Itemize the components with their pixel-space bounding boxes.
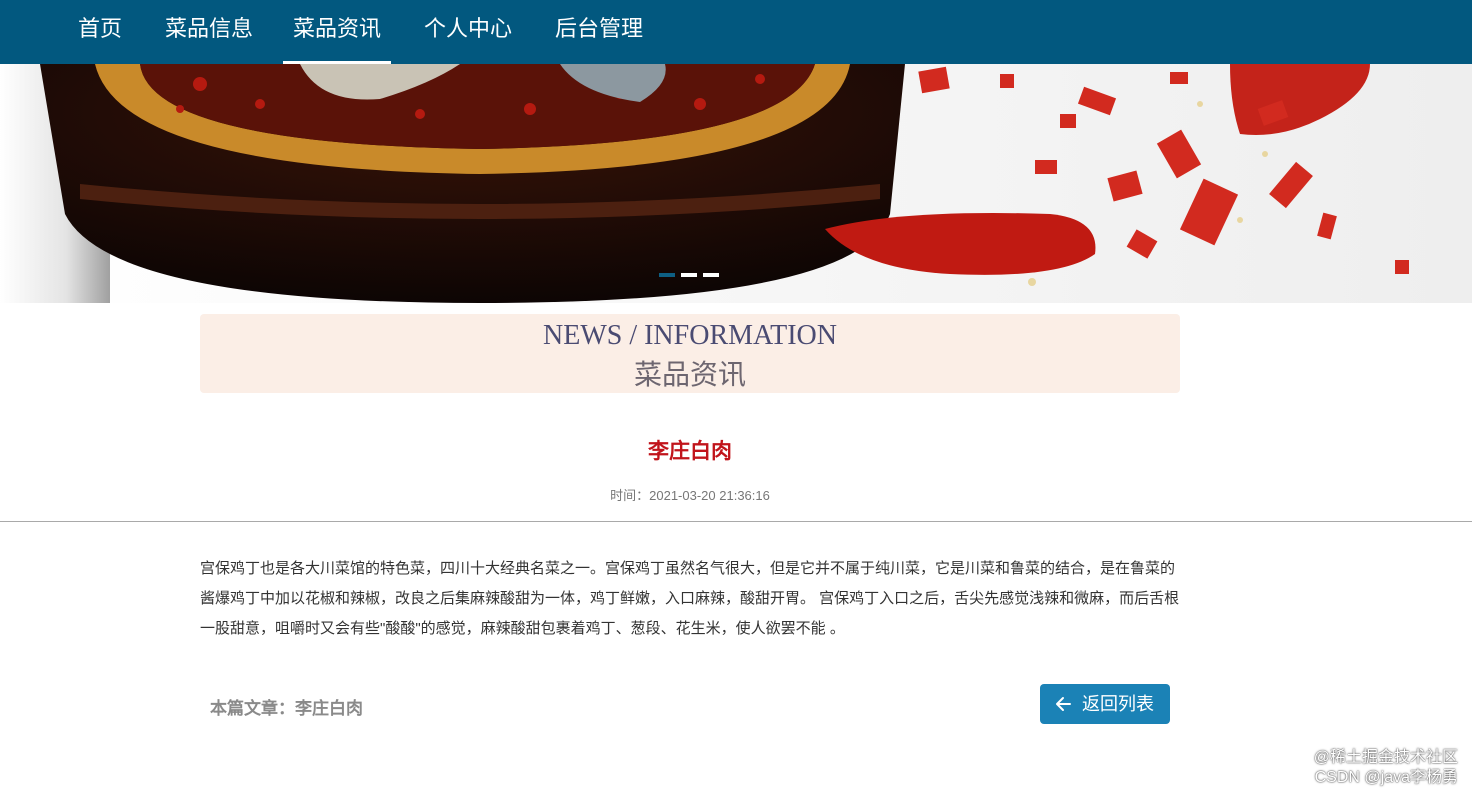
nav-item-personal-center[interactable]: 个人中心: [424, 0, 512, 64]
nav-item-home[interactable]: 首页: [78, 0, 122, 64]
section-title-en: NEWS / INFORMATION: [543, 320, 837, 351]
watermark-line-2: CSDN @java李杨勇: [1314, 769, 1458, 786]
carousel-dot[interactable]: [659, 273, 675, 277]
banner-carousel[interactable]: [0, 64, 1472, 303]
current-article-label: 本篇文章：李庄白肉: [210, 699, 363, 718]
nav-item-dish-news[interactable]: 菜品资讯: [282, 0, 392, 64]
nav-item-dish-info[interactable]: 菜品信息: [165, 0, 253, 64]
nav-item-admin[interactable]: 后台管理: [555, 0, 643, 64]
back-to-list-button[interactable]: 返回列表: [1040, 684, 1170, 724]
arrow-left-icon: [1054, 694, 1072, 719]
carousel-dot[interactable]: [681, 273, 697, 277]
divider: [0, 521, 1472, 522]
carousel-dot[interactable]: [703, 273, 719, 277]
time-label: 时间：: [610, 488, 650, 503]
banner-image: [0, 64, 1472, 303]
section-title-zh: 菜品资讯: [633, 360, 746, 391]
watermark: @稀土掘金技术社区 CSDN @java李杨勇: [1314, 748, 1458, 788]
article-body: 宫保鸡丁也是各大川菜馆的特色菜，四川十大经典名菜之一。宫保鸡丁虽然名气很大，但是…: [200, 560, 1180, 637]
article-timestamp: 时间：2021-03-20 21:36:16: [0, 485, 1380, 504]
section-heading: NEWS / INFORMATION 菜品资讯: [200, 314, 1180, 393]
watermark-line-1: @稀土掘金技术社区: [1313, 749, 1458, 766]
top-navigation-bar: 首页 菜品信息 菜品资讯 个人中心 后台管理: [0, 0, 1472, 64]
time-value: 2021-03-20 21:36:16: [649, 488, 770, 503]
article-title: 李庄白肉: [648, 440, 732, 463]
back-button-label: 返回列表: [1082, 694, 1154, 714]
